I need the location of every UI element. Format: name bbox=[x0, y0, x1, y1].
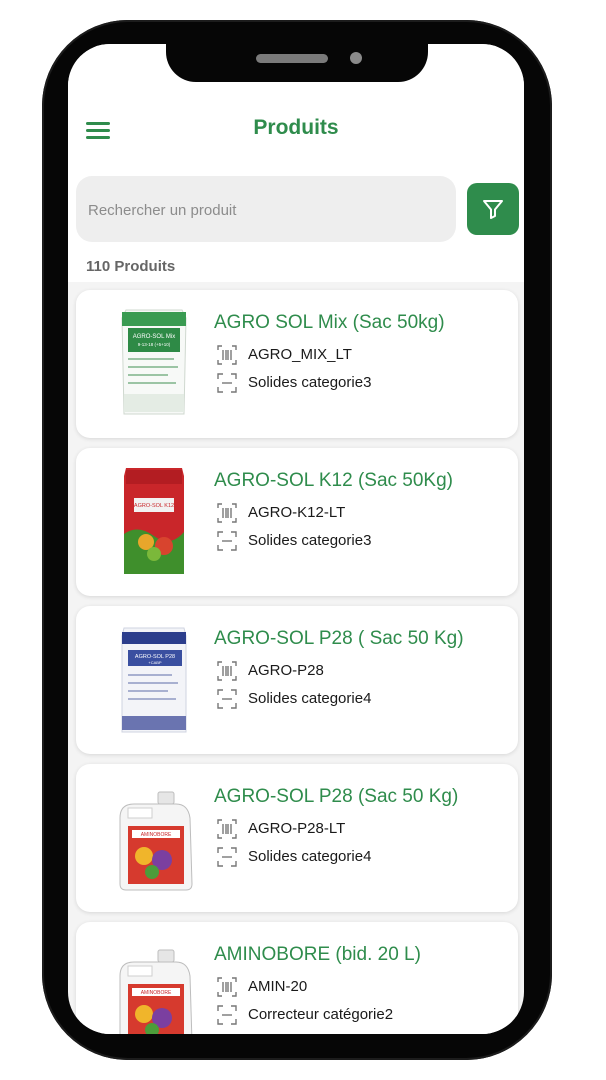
filter-button[interactable] bbox=[467, 183, 519, 235]
product-code: AMIN-20 bbox=[248, 978, 308, 995]
search-row bbox=[68, 172, 524, 244]
speaker-grille bbox=[256, 54, 328, 63]
product-code-row: AMIN-20 bbox=[216, 976, 506, 998]
product-card[interactable]: AMINOBORE AMINOBORE (bid. 20 L) AMIN-20 … bbox=[76, 922, 518, 1034]
product-category-row: Solides categorie4 bbox=[216, 688, 506, 710]
product-name: AGRO-SOL P28 ( Sac 50 Kg) bbox=[214, 628, 464, 649]
scan-frame-icon bbox=[217, 1005, 237, 1025]
phone-notch bbox=[166, 42, 428, 82]
product-name: AGRO SOL Mix (Sac 50kg) bbox=[214, 312, 445, 333]
scan-frame-icon bbox=[217, 847, 237, 867]
product-count-row: 110 Produits bbox=[68, 244, 524, 282]
product-code-row: AGRO-P28-LT bbox=[216, 818, 506, 840]
bag-label: AGRO-SOL Mix bbox=[133, 334, 175, 340]
product-category-row: Solides categorie3 bbox=[216, 372, 506, 394]
barcode-icon bbox=[217, 345, 237, 365]
product-image-jerrican: AMINOBORE bbox=[119, 949, 193, 1034]
barcode-icon bbox=[217, 661, 237, 681]
front-camera bbox=[350, 52, 362, 64]
product-category: Solides categorie3 bbox=[248, 374, 372, 391]
product-category: Correcteur catégorie2 bbox=[248, 1006, 394, 1023]
product-category-row: Solides categorie4 bbox=[216, 846, 506, 868]
product-name: AMINOBORE (bid. 20 L) bbox=[214, 944, 421, 965]
product-category: Solides categorie4 bbox=[248, 848, 372, 865]
barcode-icon bbox=[217, 977, 237, 997]
product-code: AGRO_MIX_LT bbox=[248, 346, 352, 363]
product-image-bag-green: AGRO-SOL Mix 9-13-18 (+5+10) bbox=[121, 309, 187, 415]
search-input[interactable] bbox=[86, 192, 450, 228]
product-name: AGRO-SOL P28 (Sac 50 Kg) bbox=[214, 786, 459, 807]
bag-label: AGRO-SOL K12 bbox=[134, 503, 174, 509]
scan-frame-icon bbox=[217, 689, 237, 709]
scan-frame-icon bbox=[217, 373, 237, 393]
scan-frame-icon bbox=[217, 531, 237, 551]
product-image-jerrican: AMINOBORE bbox=[119, 791, 193, 891]
bag-formula: 9-13-18 (+5+10) bbox=[138, 342, 171, 347]
product-image-bag-blue: AGRO-SOL P28 +CABP bbox=[121, 627, 187, 733]
product-image-bag-red: AGRO-SOL K12 bbox=[124, 468, 184, 574]
search-box[interactable] bbox=[76, 176, 456, 242]
product-code-row: AGRO-K12-LT bbox=[216, 502, 506, 524]
product-code: AGRO-P28-LT bbox=[248, 820, 346, 837]
bag-sublabel: +CABP bbox=[148, 660, 162, 665]
product-code-row: AGRO-P28 bbox=[216, 660, 506, 682]
product-card[interactable]: AGRO-SOL K12 AGRO-SOL K12 (Sac 50Kg) AGR… bbox=[76, 448, 518, 596]
product-category: Solides categorie4 bbox=[248, 690, 372, 707]
product-code-row: AGRO_MIX_LT bbox=[216, 344, 506, 366]
filter-funnel-icon bbox=[483, 200, 503, 219]
product-card[interactable]: AMINOBORE AGRO-SOL P28 (Sac 50 Kg) AGRO-… bbox=[76, 764, 518, 912]
product-card[interactable]: AGRO-SOL Mix 9-13-18 (+5+10) AGRO SOL Mi… bbox=[76, 290, 518, 438]
jerrican-label: AMINOBORE bbox=[141, 990, 172, 996]
product-category: Solides categorie3 bbox=[248, 532, 372, 549]
product-category-row: Solides categorie3 bbox=[216, 530, 506, 552]
barcode-icon bbox=[217, 503, 237, 523]
product-code: AGRO-P28 bbox=[248, 662, 324, 679]
barcode-icon bbox=[217, 819, 237, 839]
product-category-row: Correcteur catégorie2 bbox=[216, 1004, 506, 1026]
jerrican-label: AMINOBORE bbox=[141, 832, 172, 838]
product-count: 110 Produits bbox=[86, 258, 176, 275]
product-name: AGRO-SOL K12 (Sac 50Kg) bbox=[214, 470, 454, 491]
page-title: Produits bbox=[253, 116, 339, 139]
app-screen: Produits 110 Produits AGRO-SOL Mix 9-13-… bbox=[68, 44, 524, 1034]
product-code: AGRO-K12-LT bbox=[248, 504, 346, 521]
product-card[interactable]: AGRO-SOL P28 +CABP AGRO-SOL P28 ( Sac 50… bbox=[76, 606, 518, 754]
